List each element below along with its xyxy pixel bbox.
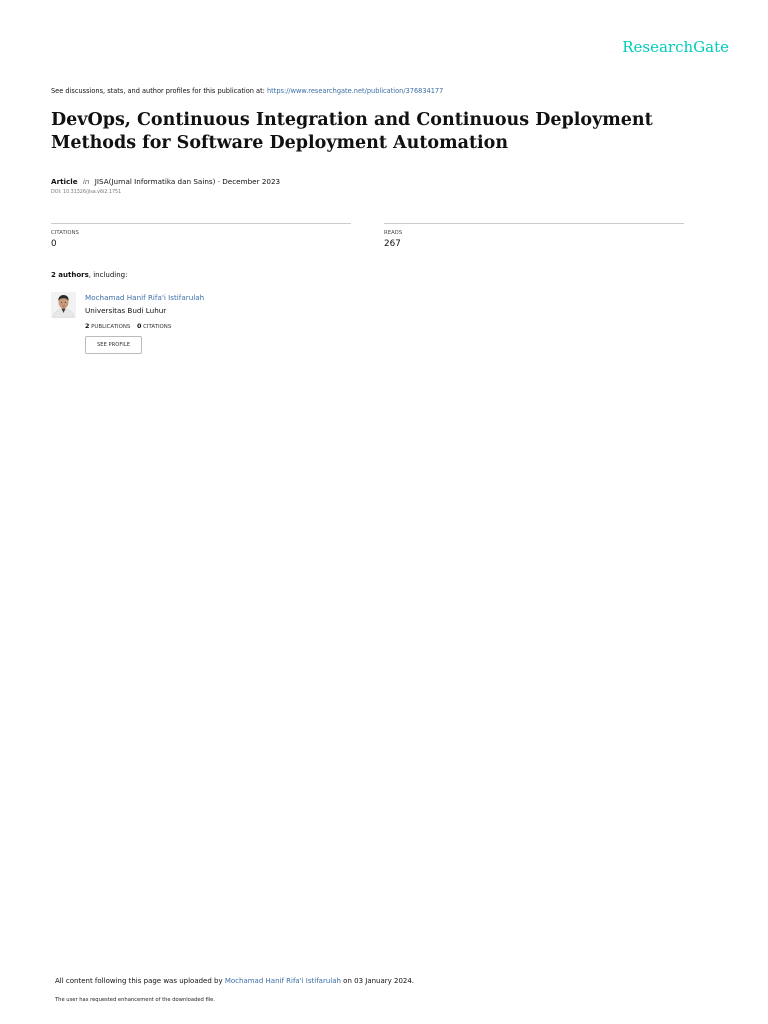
- author-publications-count: 2: [85, 322, 90, 330]
- in-label: in: [82, 177, 90, 186]
- upload-info: All content following this page was uplo…: [55, 977, 414, 985]
- publication-meta: Article in JISA(Jurnal Informatika dan S…: [51, 177, 280, 186]
- author-name-link[interactable]: Mochamad Hanif Rifa'i Istifarulah: [85, 293, 204, 302]
- see-profile-button[interactable]: SEE PROFILE: [85, 336, 142, 354]
- author-stats: 2 PUBLICATIONS 0 CITATIONS: [85, 322, 171, 330]
- author-avatar[interactable]: [51, 292, 76, 318]
- publication-discussion-line: See discussions, stats, and author profi…: [51, 87, 691, 95]
- authors-including: , including:: [88, 271, 128, 279]
- publication-title: DevOps, Continuous Integration and Conti…: [51, 110, 653, 153]
- upload-suffix: on 03 January 2024.: [340, 977, 415, 985]
- citations-label: CITATIONS: [51, 230, 79, 236]
- reads-label: READS: [384, 230, 403, 236]
- author-publications-label: PUBLICATIONS: [91, 324, 131, 330]
- author-citations-count: 0: [137, 322, 142, 330]
- authors-count: 2 authors: [51, 271, 89, 279]
- author-avatar-icon: [51, 292, 76, 318]
- researchgate-logo[interactable]: ResearchGate: [622, 38, 729, 56]
- author-citations-label: CITATIONS: [143, 324, 172, 330]
- reads-divider: [384, 223, 684, 224]
- citations-value: 0: [51, 239, 57, 249]
- reads-value: 267: [384, 239, 401, 249]
- enhancement-note: The user has requested enhancement of th…: [55, 997, 216, 1003]
- publication-type: Article: [51, 177, 78, 186]
- discussion-text: See discussions, stats, and author profi…: [51, 87, 267, 95]
- publication-venue-date: JISA(Jurnal Informatika dan Sains) · Dec…: [94, 177, 281, 186]
- authors-summary: 2 authors, including:: [51, 271, 127, 279]
- uploader-link[interactable]: Mochamad Hanif Rifa'i Istifarulah: [225, 977, 341, 985]
- author-institution: Universitas Budi Luhur: [85, 306, 167, 315]
- publication-url-link[interactable]: https://www.researchgate.net/publication…: [267, 87, 443, 95]
- upload-prefix: All content following this page was uplo…: [55, 977, 225, 985]
- citations-divider: [51, 223, 351, 224]
- publication-doi: DOI: 10.31326/jisa.v6i2.1751: [51, 190, 122, 195]
